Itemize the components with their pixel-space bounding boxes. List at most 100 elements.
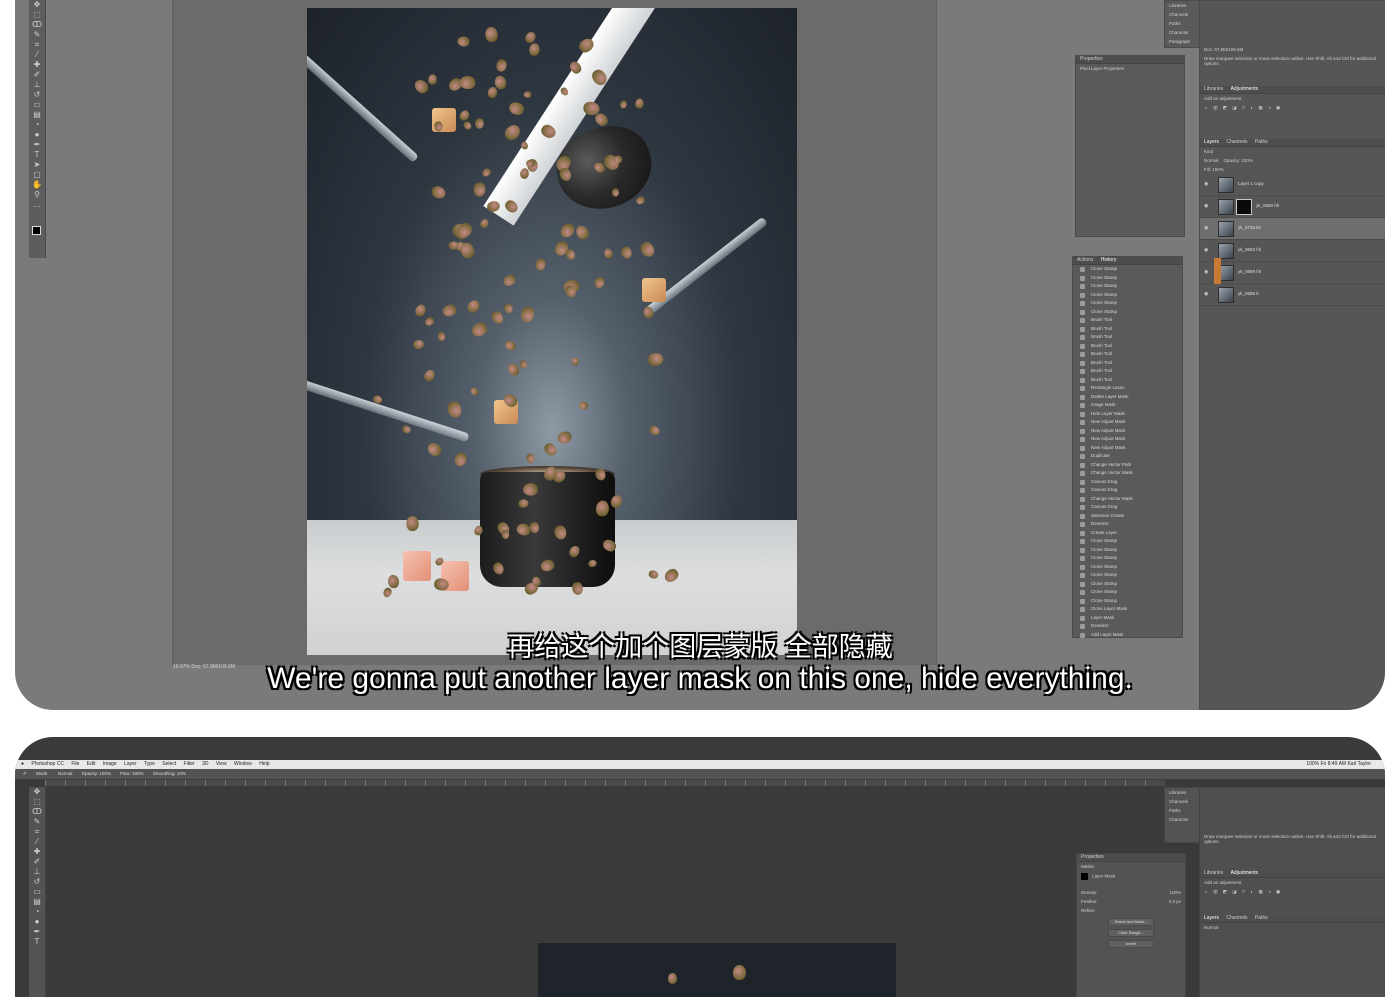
- menu-select[interactable]: Select: [162, 761, 176, 767]
- menu-3d[interactable]: 3D: [202, 761, 208, 767]
- lasso-tool-icon[interactable]: ↀ: [29, 807, 45, 817]
- layer-thumbnail[interactable]: [1218, 243, 1234, 259]
- history-item[interactable]: Clone Stamp: [1073, 291, 1182, 300]
- menu-help[interactable]: Help: [259, 761, 269, 767]
- history-item[interactable]: Clone Layer Mask: [1073, 605, 1182, 614]
- history-item[interactable]: Duplicate: [1073, 452, 1182, 461]
- history-item[interactable]: Deselect: [1073, 520, 1182, 529]
- opacity-field[interactable]: Opacity: 100%: [1224, 158, 1253, 163]
- lasso-tool-icon[interactable]: ↀ: [29, 20, 45, 30]
- type-tool-icon[interactable]: T: [29, 937, 45, 947]
- shape-tool-icon[interactable]: ▢: [29, 170, 45, 180]
- menu-type[interactable]: Type: [144, 761, 155, 767]
- option-smoothing[interactable]: Smoothing: 10%: [153, 771, 186, 776]
- tab-layers[interactable]: Layers: [1204, 139, 1219, 146]
- history-item[interactable]: Change Vector Mask: [1073, 495, 1182, 504]
- layer-row[interactable]: ◉ Layer 1 copy: [1200, 174, 1385, 196]
- menu-file[interactable]: File: [71, 761, 79, 767]
- pen-tool-icon[interactable]: ✒: [29, 927, 45, 937]
- eyedropper-icon[interactable]: ⁄: [29, 50, 45, 60]
- gradient-icon[interactable]: ▤: [29, 110, 45, 120]
- adjustment-icons[interactable]: ☼ ▥ ◩ ◪ ▽ ◐ ▦ ◑ ▣: [1200, 887, 1385, 897]
- visibility-eye-icon[interactable]: ◉: [1204, 181, 1208, 187]
- history-item[interactable]: Clone Stamp: [1073, 588, 1182, 597]
- visibility-eye-icon[interactable]: ◉: [1204, 203, 1208, 209]
- history-item[interactable]: Change Vector Mask: [1073, 469, 1182, 478]
- menu-filter[interactable]: Filter: [184, 761, 195, 767]
- feather-value[interactable]: 0.0 px: [1169, 899, 1181, 904]
- layer-thumbnail[interactable]: [1218, 177, 1234, 193]
- zoom-tool-icon[interactable]: ⚲: [29, 190, 45, 200]
- dock-item[interactable]: Paths: [1165, 19, 1203, 28]
- menu-edit[interactable]: Edit: [87, 761, 96, 767]
- history-item[interactable]: Brush Tool: [1073, 325, 1182, 334]
- blend-mode[interactable]: Normal: [1204, 158, 1219, 163]
- history-item[interactable]: Canvas Drag: [1073, 503, 1182, 512]
- layer-row[interactable]: ◉ yk_0689 hh: [1200, 196, 1385, 218]
- brush-preset-icon[interactable]: ✐: [23, 771, 27, 776]
- type-tool-icon[interactable]: T: [29, 150, 45, 160]
- visibility-eye-icon[interactable]: ◉: [1204, 291, 1208, 297]
- fill-field[interactable]: Fill: 100%: [1204, 167, 1224, 172]
- history-item[interactable]: Clone Stamp: [1073, 563, 1182, 572]
- history-item[interactable]: Clone Stamp: [1073, 274, 1182, 283]
- history-item[interactable]: Image Mask: [1073, 401, 1182, 410]
- hand-tool-icon[interactable]: ✋: [29, 180, 45, 190]
- move-tool-icon[interactable]: ✥: [29, 0, 45, 10]
- crop-tool-icon[interactable]: ⌗: [29, 827, 45, 837]
- history-item[interactable]: Brush Tool: [1073, 376, 1182, 385]
- history-item[interactable]: Clone Stamp: [1073, 537, 1182, 546]
- quick-select-icon[interactable]: ✎: [29, 817, 45, 827]
- clone-stamp-icon[interactable]: ⊥: [29, 867, 45, 877]
- eraser-icon[interactable]: ▭: [29, 100, 45, 110]
- layer-row[interactable]: ◉ yk_0735 kh: [1200, 218, 1385, 240]
- history-item[interactable]: Change Vector Path: [1073, 461, 1182, 470]
- brush-tool-icon[interactable]: ✐: [29, 857, 45, 867]
- path-select-icon[interactable]: ➤: [29, 160, 45, 170]
- menu-layer[interactable]: Layer: [124, 761, 137, 767]
- visibility-eye-icon[interactable]: ◉: [1204, 225, 1208, 231]
- eraser-icon[interactable]: ▭: [29, 887, 45, 897]
- visibility-eye-icon[interactable]: ◉: [1204, 269, 1208, 275]
- tab-actions[interactable]: Actions: [1077, 257, 1093, 264]
- layer-mask-thumbnail[interactable]: [1236, 199, 1252, 215]
- history-item[interactable]: Brush Tool: [1073, 350, 1182, 359]
- density-value[interactable]: 100%: [1169, 890, 1181, 895]
- dodge-icon[interactable]: ●: [29, 130, 45, 140]
- document-image[interactable]: [307, 8, 797, 655]
- tab-paths[interactable]: Paths: [1255, 139, 1268, 146]
- history-item[interactable]: Clone Stamp: [1073, 580, 1182, 589]
- history-item[interactable]: New Adjust Mask: [1073, 418, 1182, 427]
- history-item[interactable]: Clone Stamp: [1073, 282, 1182, 291]
- layer-thumbnail[interactable]: [1218, 221, 1234, 237]
- blur-icon[interactable]: ◔: [29, 120, 45, 130]
- marquee-tool-icon[interactable]: ⬚: [29, 797, 45, 807]
- density-row[interactable]: Density: 100%: [1077, 888, 1185, 897]
- history-item[interactable]: Rectangle Lasso: [1073, 384, 1182, 393]
- history-brush-icon[interactable]: ↺: [29, 90, 45, 100]
- clone-stamp-icon[interactable]: ⊥: [29, 80, 45, 90]
- visibility-eye-icon[interactable]: ◉: [1204, 247, 1208, 253]
- history-item[interactable]: Brush Tool: [1073, 316, 1182, 325]
- option-flow[interactable]: Flow: 100%: [120, 771, 144, 776]
- layers-filter[interactable]: Kind: [1200, 147, 1385, 156]
- quick-select-icon[interactable]: ✎: [29, 30, 45, 40]
- pen-tool-icon[interactable]: ✒: [29, 140, 45, 150]
- menu-app[interactable]: Photoshop CC: [31, 761, 64, 767]
- crop-tool-icon[interactable]: ⌗: [29, 40, 45, 50]
- tab-libraries[interactable]: Libraries: [1204, 86, 1223, 93]
- layer-thumbnail[interactable]: [1218, 199, 1234, 215]
- history-item[interactable]: New Adjust Mask: [1073, 444, 1182, 453]
- dock-item[interactable]: Libraries: [1165, 1, 1203, 10]
- tab-layers[interactable]: Layers: [1204, 915, 1219, 922]
- tab-adjustments[interactable]: Adjustments: [1231, 86, 1259, 93]
- marquee-tool-icon[interactable]: ⬚: [29, 10, 45, 20]
- layer-row[interactable]: ◉ yk_0693 hh: [1200, 240, 1385, 262]
- layer-thumbnail[interactable]: [1218, 287, 1234, 303]
- layer-row[interactable]: ◉ yk_0689 hh: [1200, 262, 1385, 284]
- history-item[interactable]: Layer Mask: [1073, 614, 1182, 623]
- history-item[interactable]: Clone Stamp: [1073, 546, 1182, 555]
- history-item[interactable]: Brush Tool: [1073, 367, 1182, 376]
- more-tools-icon[interactable]: …: [29, 200, 45, 210]
- menu-image[interactable]: Image: [103, 761, 117, 767]
